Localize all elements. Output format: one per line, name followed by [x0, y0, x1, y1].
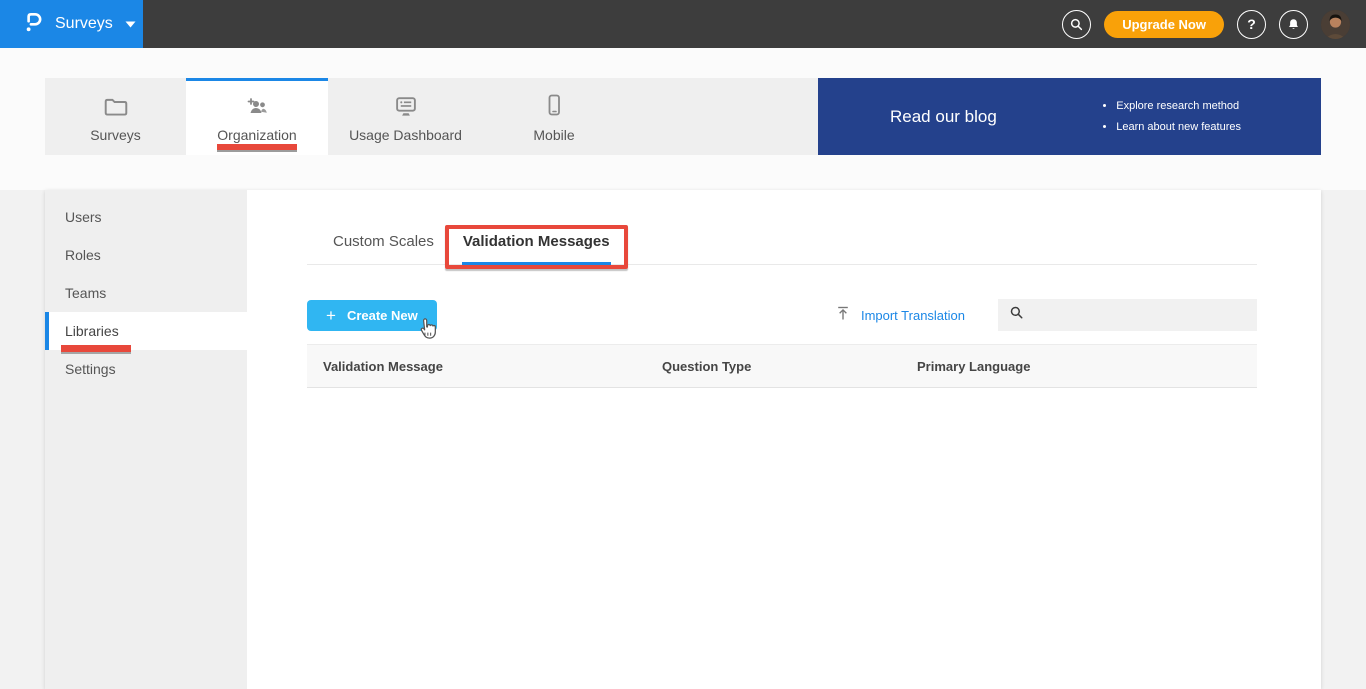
bell-icon[interactable] — [1279, 9, 1308, 39]
topbar: Surveys Upgrade Now ? — [0, 0, 1366, 48]
sidebar-item-settings[interactable]: Settings — [45, 350, 247, 388]
column-primary-language: Primary Language — [917, 358, 1031, 374]
organization-panel: Users Roles Teams Libraries Settings Cus… — [45, 190, 1321, 689]
table-header-row: Validation Message Question Type Primary… — [307, 344, 1257, 388]
promo-bullet: Explore research method — [1116, 96, 1241, 117]
nav-tab-label: Mobile — [533, 126, 575, 143]
table-search[interactable] — [998, 299, 1257, 331]
tab-custom-scales[interactable]: Custom Scales — [332, 233, 435, 265]
user-avatar[interactable] — [1321, 9, 1350, 39]
annotation-underline-organization — [217, 144, 297, 150]
sidebar-item-libraries[interactable]: Libraries — [45, 312, 247, 352]
library-tabs: Custom Scales Validation Messages — [307, 225, 1257, 269]
search-input[interactable] — [1032, 299, 1257, 331]
nav-tab-mobile[interactable]: Mobile — [483, 78, 625, 155]
search-icon — [1009, 305, 1024, 325]
blog-promo-banner[interactable]: Read our blog Explore research method Le… — [818, 78, 1321, 155]
app-root: Surveys Upgrade Now ? Surveys Organizati… — [0, 0, 1366, 689]
promo-bullet: Learn about new features — [1116, 117, 1241, 138]
promo-bullet-list: Explore research method Learn about new … — [1102, 96, 1241, 138]
nav-tab-label: Surveys — [90, 126, 141, 143]
sidebar-item-users[interactable]: Users — [45, 198, 247, 236]
people-add-icon — [243, 94, 271, 118]
nav-tab-label: Organization — [217, 126, 297, 143]
sidebar-item-roles[interactable]: Roles — [45, 236, 247, 274]
smartphone-icon — [545, 94, 563, 118]
nav-tab-label: Usage Dashboard — [349, 126, 462, 143]
import-translation-link[interactable]: Import Translation — [835, 305, 965, 325]
nav-tab-surveys[interactable]: Surveys — [45, 78, 186, 155]
create-new-label: Create New — [346, 307, 418, 323]
chevron-down-icon — [125, 15, 136, 33]
help-button[interactable]: ? — [1237, 9, 1266, 39]
nav-tab-usage-dashboard[interactable]: Usage Dashboard — [328, 78, 483, 155]
upload-icon — [835, 305, 851, 325]
toolbar-right: Import Translation — [835, 299, 1257, 331]
main-nav: Surveys Organization Usage Dashboard Mob… — [45, 78, 1321, 155]
product-switcher[interactable]: Surveys — [0, 0, 143, 48]
promo-title: Read our blog — [890, 106, 997, 126]
sidebar-item-teams[interactable]: Teams — [45, 274, 247, 312]
import-translation-label: Import Translation — [860, 307, 965, 323]
column-validation-message: Validation Message — [323, 358, 443, 374]
tab-validation-messages[interactable]: Validation Messages — [444, 225, 628, 269]
nav-tab-organization[interactable]: Organization — [186, 78, 328, 155]
topbar-actions: Upgrade Now ? — [1062, 9, 1366, 39]
folder-icon — [103, 94, 129, 118]
upgrade-now-button[interactable]: Upgrade Now — [1104, 10, 1224, 38]
tab-label: Validation Messages — [462, 233, 610, 250]
product-label: Surveys — [55, 15, 113, 32]
sidebar-item-label: Libraries — [65, 323, 119, 339]
search-icon[interactable] — [1062, 9, 1092, 39]
questionpro-logo-icon — [24, 9, 44, 40]
org-sidebar: Users Roles Teams Libraries Settings — [45, 190, 247, 689]
content-toolbar: + Create New Import Translation — [307, 299, 1257, 331]
libraries-content: Custom Scales Validation Messages + Crea… — [247, 190, 1321, 689]
column-question-type: Question Type — [662, 358, 752, 374]
dashboard-icon — [393, 94, 419, 118]
create-new-button[interactable]: + Create New — [307, 299, 437, 331]
plus-icon: + — [326, 305, 336, 325]
